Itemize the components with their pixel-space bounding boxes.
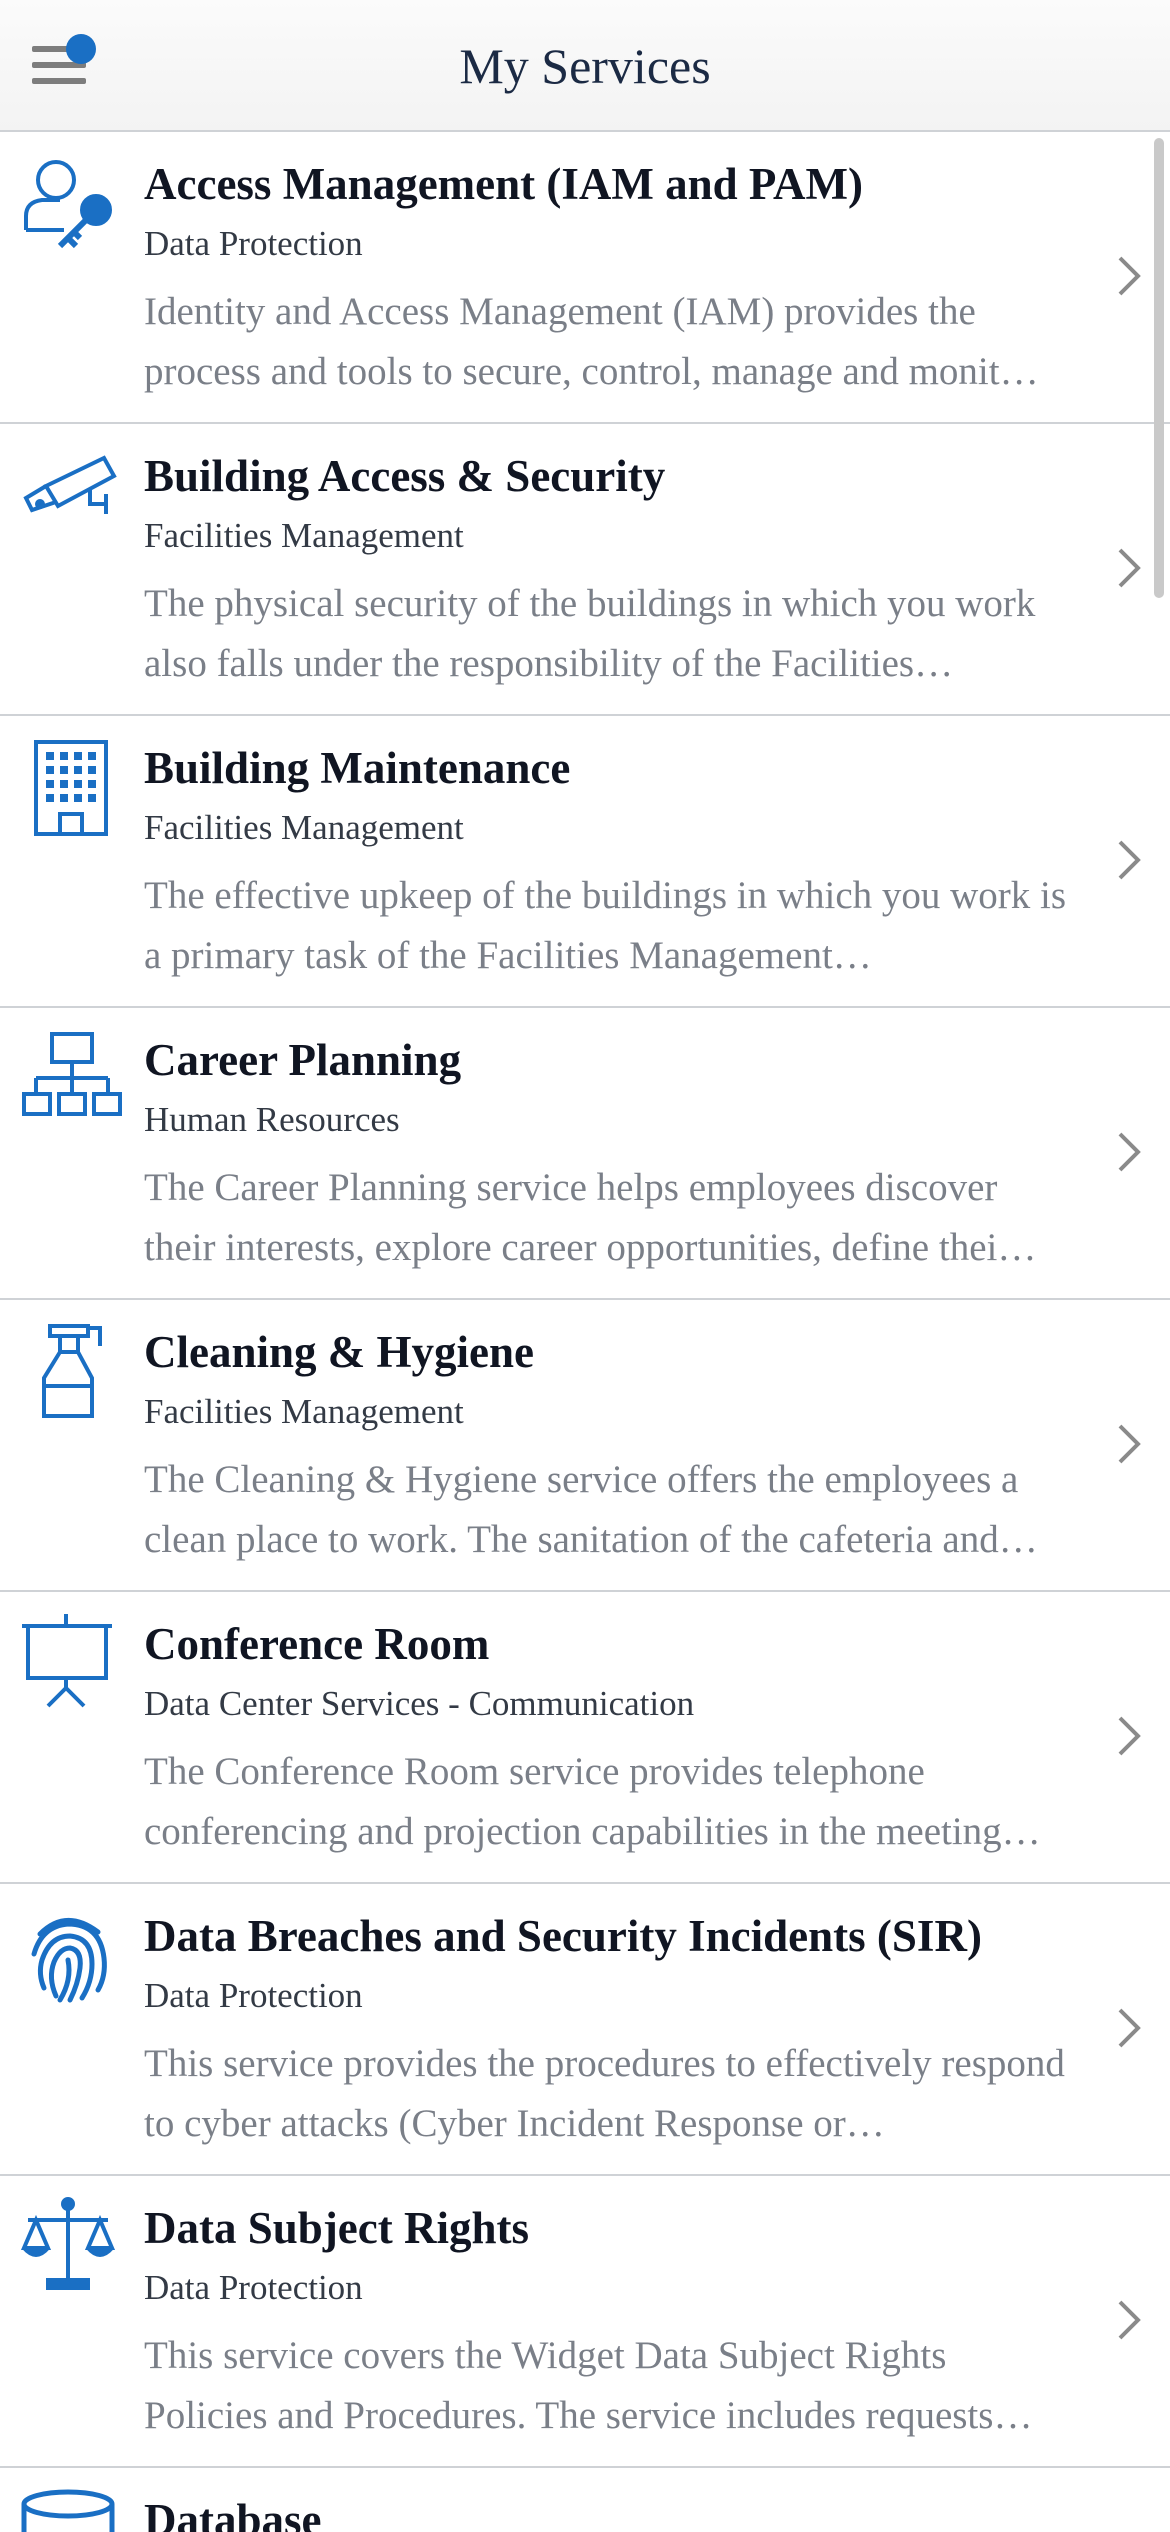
service-row-building-maintenance[interactable]: Building Maintenance Facilities Manageme… <box>0 716 1170 1008</box>
service-category: Data Protection <box>144 1976 363 2015</box>
building-icon <box>20 736 124 840</box>
service-description: The effective upkeep of the buildings in… <box>144 874 1067 977</box>
database-icon <box>20 2488 124 2532</box>
chevron-right-icon <box>1116 1714 1144 1758</box>
service-description: The Cleaning & Hygiene service offers th… <box>144 1458 1038 1561</box>
service-description: The Conference Room service provides tel… <box>144 1750 1041 1853</box>
fingerprint-icon <box>20 1904 124 2008</box>
projector-screen-icon <box>20 1612 124 1716</box>
app-screen: My Services Access Management (IAM and P… <box>0 0 1170 2532</box>
service-name: Data Subject Rights <box>144 2203 530 2253</box>
service-row-access-management[interactable]: Access Management (IAM and PAM) Data Pro… <box>0 132 1170 424</box>
chevron-right-icon <box>1116 2006 1144 2050</box>
service-row-database[interactable]: Database <box>0 2468 1170 2532</box>
user-key-icon <box>20 152 124 256</box>
service-description: The physical security of the buildings i… <box>144 582 1036 685</box>
service-category: Facilities Management <box>144 808 464 847</box>
chevron-right-icon <box>1116 2298 1144 2342</box>
chevron-right-icon <box>1116 1422 1144 1466</box>
service-description: This service provides the procedures to … <box>144 2042 1065 2145</box>
chevron-right-icon <box>1116 254 1144 298</box>
service-row-cleaning-hygiene[interactable]: Cleaning & Hygiene Facilities Management… <box>0 1300 1170 1592</box>
service-category: Human Resources <box>144 1100 400 1139</box>
chevron-right-icon <box>1116 546 1144 590</box>
service-category: Facilities Management <box>144 516 464 555</box>
service-category: Facilities Management <box>144 1392 464 1431</box>
service-row-data-breaches[interactable]: Data Breaches and Security Incidents (SI… <box>0 1884 1170 2176</box>
service-name: Building Access & Security <box>144 451 666 501</box>
service-name: Access Management (IAM and PAM) <box>144 159 864 209</box>
spray-bottle-icon <box>20 1320 124 1424</box>
service-name: Data Breaches and Security Incidents (SI… <box>144 1911 982 1961</box>
service-description: The Career Planning service helps employ… <box>144 1166 1037 1269</box>
service-category: Data Center Services - Communication <box>144 1684 695 1723</box>
page-title: My Services <box>459 38 711 94</box>
service-category: Data Protection <box>144 2268 363 2307</box>
service-row-data-subject-rights[interactable]: Data Subject Rights Data Protection This… <box>0 2176 1170 2468</box>
service-name: Building Maintenance <box>144 743 571 793</box>
service-row-conference-room[interactable]: Conference Room Data Center Services - C… <box>0 1592 1170 1884</box>
scales-icon <box>20 2196 124 2300</box>
service-row-building-access-security[interactable]: Building Access & Security Facilities Ma… <box>0 424 1170 716</box>
service-name: Conference Room <box>144 1619 490 1669</box>
org-chart-icon <box>20 1028 124 1132</box>
service-name: Career Planning <box>144 1035 462 1085</box>
chevron-right-icon <box>1116 1130 1144 1174</box>
top-bar: My Services <box>0 0 1170 132</box>
scrollbar[interactable] <box>1154 138 1164 598</box>
services-list: Access Management (IAM and PAM) Data Pro… <box>0 132 1170 2532</box>
security-camera-icon <box>20 444 124 548</box>
service-description: This service covers the Widget Data Subj… <box>144 2334 1033 2437</box>
service-category: Data Protection <box>144 224 363 263</box>
service-name: Database <box>144 2495 322 2532</box>
service-row-career-planning[interactable]: Career Planning Human Resources The Care… <box>0 1008 1170 1300</box>
service-name: Cleaning & Hygiene <box>144 1327 534 1377</box>
chevron-right-icon <box>1116 838 1144 882</box>
service-description: Identity and Access Management (IAM) pro… <box>144 290 1039 393</box>
